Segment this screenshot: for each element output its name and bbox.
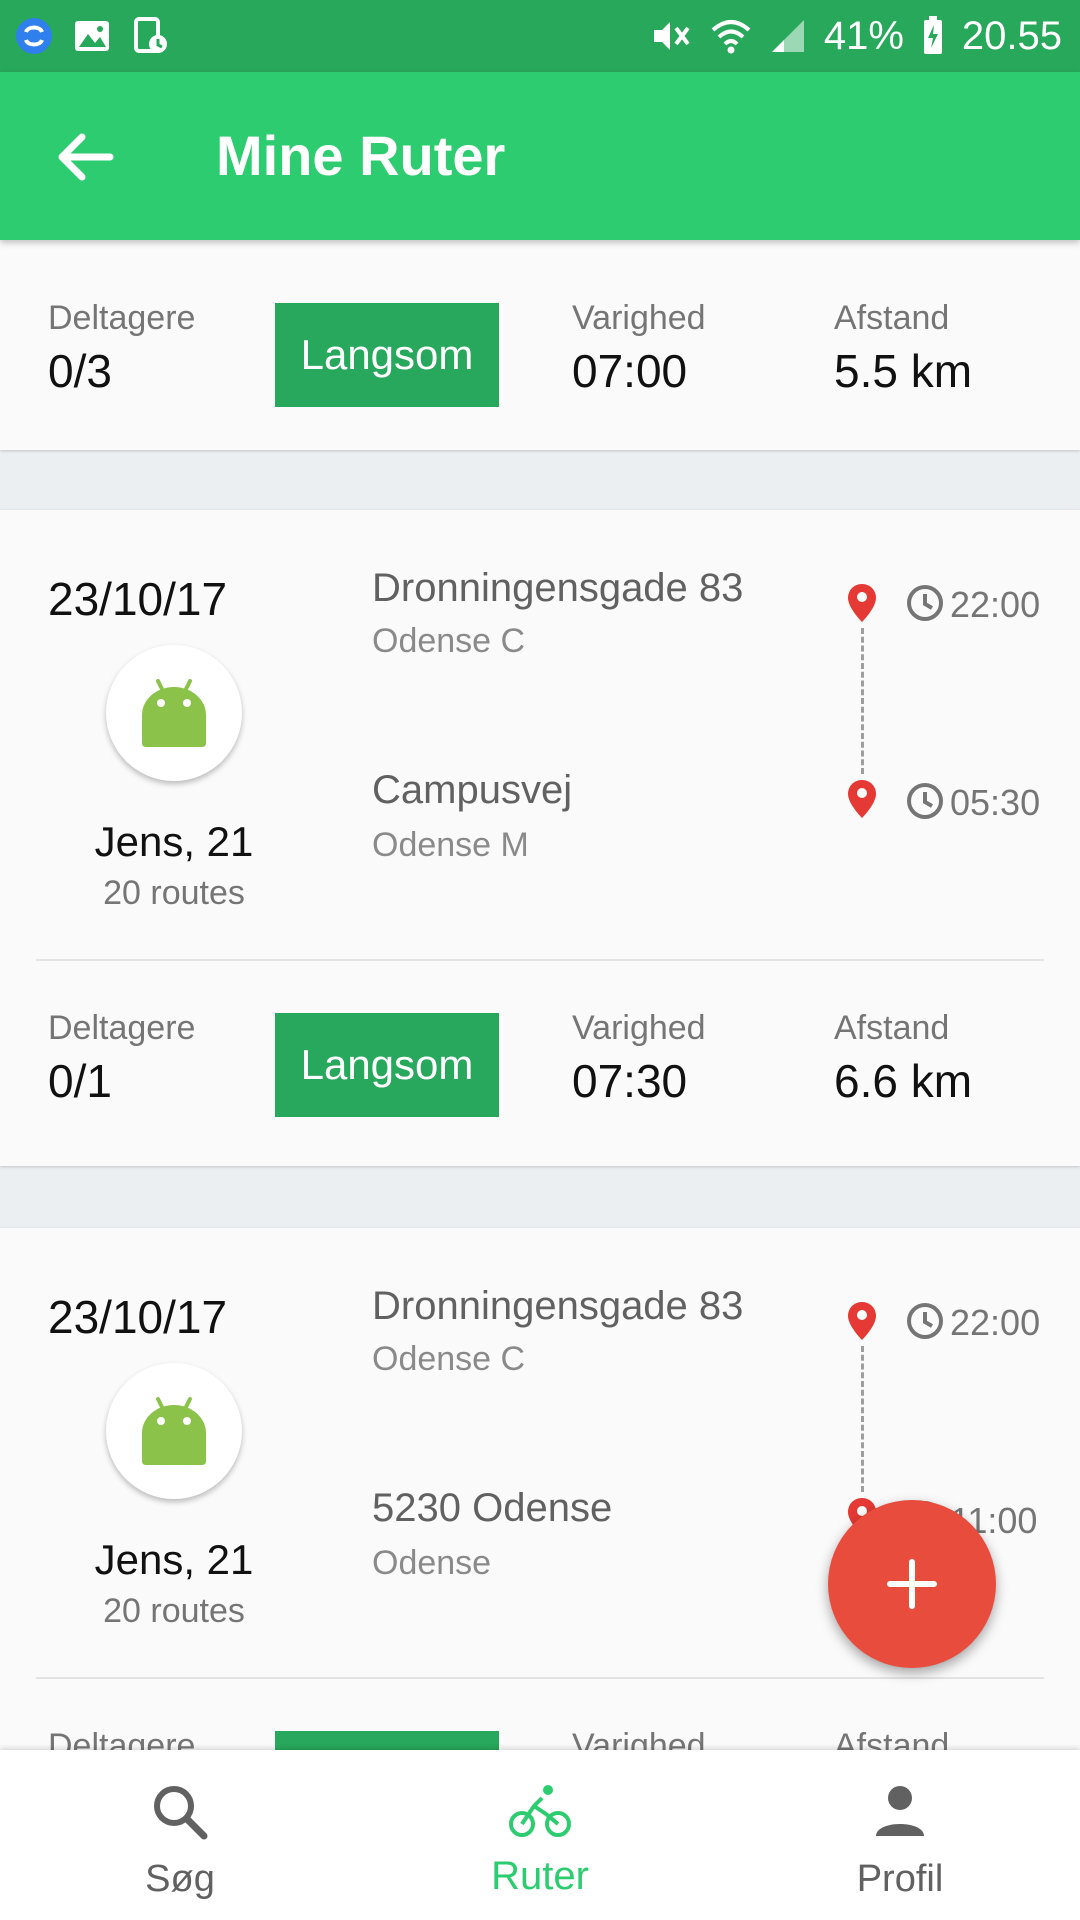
app-toolbar: Mine Ruter [0,72,1080,240]
nav-item-routes[interactable]: Ruter [360,1750,720,1920]
distance-label: Afstand [834,1727,950,1750]
distance-value: 6.6 km [834,1055,973,1107]
distance-value: 5.5 km [834,345,973,397]
map-pin-icon [848,1302,876,1340]
nav-label-profile: Profil [856,1858,944,1900]
map-pin-icon [848,584,876,622]
duration-label: Varighed [572,1009,706,1047]
end-city: Odense M [372,826,529,864]
participants-label: Deltagere [48,299,196,337]
duration-label: Varighed [572,299,706,337]
gallery-icon [75,21,109,51]
route-date: 23/10/17 [48,1291,228,1343]
user-route-count: 20 routes [103,874,245,912]
arrow-left-icon [58,133,114,181]
distance-label: Afstand [834,1009,950,1047]
wifi-icon [711,20,751,54]
end-time: 05:30 [950,782,1041,823]
nav-label-routes: Ruter [491,1854,589,1898]
divider [36,959,1044,961]
route-date: 23/10/17 [48,573,228,625]
add-route-button[interactable] [828,1500,996,1668]
avatar[interactable] [106,1363,242,1499]
speed-badge: Langsom [275,303,499,407]
clock-icon [907,1303,943,1339]
person-icon [876,1786,924,1836]
user-name: Jens, 21 [94,818,254,865]
end-city: Odense [372,1544,492,1582]
user-name: Jens, 21 [94,1536,254,1583]
route-connector [861,628,864,774]
route-stats: Deltagere 0/1 Langsom Varighed 07:30 Afs… [0,1008,1080,1148]
android-avatar-icon [142,679,206,747]
speed-badge: Langsom [275,1013,499,1117]
start-address: Dronningensgade 83 [372,1284,744,1328]
status-bar-left [14,16,170,56]
sync-icon [16,18,52,54]
back-button[interactable] [52,122,122,192]
bottom-navigation: Søg Ruter Profil [0,1750,1080,1920]
start-address: Dronningensgade 83 [372,566,744,610]
divider [36,1677,1044,1679]
search-icon [154,1786,208,1840]
end-address: 5230 Odense [372,1486,613,1530]
duration-stat: Varighed [572,1726,706,1750]
signal-icon [771,20,804,52]
vibrate-mute-icon [653,22,690,50]
nav-label-search: Søg [145,1858,215,1900]
participants-stat: Deltagere [48,1726,195,1750]
route-card[interactable]: 23/10/17 Jens, 21 20 routes Dronningensg… [0,510,1080,1166]
participants-value: 0/1 [48,1055,112,1107]
screenshot-icon [134,17,167,53]
user-route-count: 20 routes [103,1592,245,1630]
battery-charging-icon [923,16,942,54]
end-address: Campusvej [372,768,573,812]
start-city: Odense C [372,1340,526,1378]
status-bar-right: 41% 20.55 [650,14,1062,59]
clock-time: 20.55 [961,13,1062,58]
route-card[interactable]: 23/10/17 Jens, 21 20 routes Dronningensg… [0,1228,1080,1750]
route-stats: Deltagere Varighed Afstand [0,1726,1080,1750]
avatar[interactable] [106,645,242,781]
clock-icon [907,585,943,621]
route-stats: Deltagere 0/3 Langsom Varighed 07:00 Afs… [0,298,1080,438]
participants-stat: Deltagere 0/1 [48,1008,195,1108]
plus-icon [887,1559,937,1609]
distance-stat: Afstand [834,1726,949,1750]
speed-badge [275,1731,499,1750]
bicycle-icon [509,1785,571,1837]
route-connector [861,1346,864,1492]
map-pin-icon [848,780,876,818]
participants-label: Deltagere [48,1727,196,1750]
duration-value: 07:30 [572,1055,688,1107]
distance-stat: Afstand 6.6 km [834,1008,972,1108]
distance-stat: Afstand 5.5 km [834,298,972,398]
battery-percent: 41% [823,13,904,58]
page-title: Mine Ruter [216,124,506,187]
start-city: Odense C [372,622,526,660]
start-time: 22:00 [950,1302,1041,1343]
duration-label: Varighed [572,1727,706,1750]
route-card[interactable]: Deltagere 0/3 Langsom Varighed 07:00 Afs… [0,240,1080,450]
participants-label: Deltagere [48,1009,196,1047]
duration-stat: Varighed 07:30 [572,1008,706,1108]
participants-value: 0/3 [48,345,112,397]
status-bar: 41% 20.55 [0,0,1080,72]
distance-label: Afstand [834,299,950,337]
participants-stat: Deltagere 0/3 [48,298,195,398]
duration-stat: Varighed 07:00 [572,298,706,398]
nav-item-search[interactable]: Søg [0,1750,360,1920]
android-avatar-icon [142,1397,206,1465]
duration-value: 07:00 [572,345,688,397]
start-time: 22:00 [950,584,1041,625]
nav-item-profile[interactable]: Profil [720,1750,1080,1920]
clock-icon [907,783,943,819]
